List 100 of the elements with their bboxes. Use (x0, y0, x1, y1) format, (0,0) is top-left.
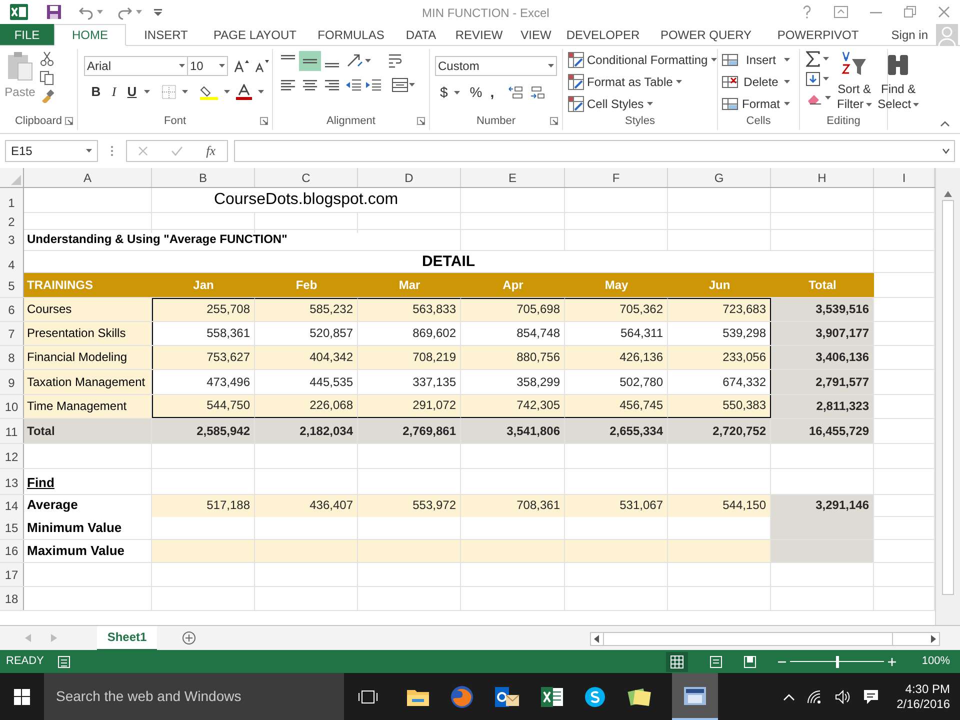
excel-logo-icon[interactable] (10, 4, 28, 20)
percent-button[interactable]: % (470, 82, 482, 103)
ribbon-tab[interactable]: DATA (398, 24, 444, 45)
dropdown-caret-icon[interactable] (646, 102, 653, 106)
save-icon[interactable] (46, 4, 62, 20)
dialog-launcher-icon[interactable] (260, 117, 268, 125)
zoom-slider[interactable] (790, 656, 884, 668)
scroll-right-icon[interactable] (929, 635, 937, 643)
row-header[interactable]: 10 (0, 395, 24, 418)
zoom-in-icon[interactable] (888, 658, 896, 666)
increase-decimal-icon[interactable] (508, 86, 524, 100)
new-sheet-icon[interactable] (182, 631, 196, 645)
show-hidden-icons-icon[interactable] (782, 692, 795, 700)
font-size-field[interactable]: 10 (188, 56, 228, 76)
taskbar-time[interactable]: 4:30 PM (905, 682, 950, 696)
column-header[interactable]: A (24, 168, 152, 187)
vertical-scrollbar-thumb[interactable] (942, 200, 954, 595)
ribbon-tab[interactable]: DEVELOPER (558, 24, 648, 45)
scroll-left-icon[interactable] (593, 635, 601, 643)
dropdown-caret-icon[interactable] (676, 80, 682, 84)
normal-view-icon[interactable] (666, 652, 688, 672)
dropdown-caret-icon[interactable] (784, 80, 790, 84)
font-name-field[interactable]: Arial (84, 56, 188, 76)
zoom-level[interactable]: 100% (922, 653, 950, 670)
browser-globe-icon[interactable] (450, 684, 474, 708)
copy-icon[interactable] (40, 71, 54, 85)
row-header[interactable]: 12 (0, 444, 24, 468)
row-header[interactable]: 11 (0, 419, 24, 443)
customize-toolbar-icon[interactable] (154, 8, 162, 16)
row-header[interactable]: 17 (0, 563, 24, 586)
ribbon-tab[interactable]: POWERPIVOT (764, 24, 872, 45)
expand-formula-bar-icon[interactable] (942, 148, 950, 154)
ribbon-tab[interactable]: INSERT (126, 24, 206, 45)
fill-color-icon[interactable] (200, 84, 218, 100)
cut-icon[interactable] (40, 51, 54, 67)
sort-filter-button[interactable]: Sort & Filter (837, 51, 872, 112)
dropdown-caret-icon[interactable] (182, 90, 188, 94)
find-select-button[interactable]: Find & Select (878, 51, 920, 112)
page-break-view-icon[interactable] (744, 656, 756, 668)
conditional-formatting-button[interactable]: Conditional Formatting (568, 50, 717, 69)
delete-cells-button[interactable]: Delete (722, 72, 799, 91)
spreadsheet-app-icon[interactable] (540, 686, 564, 708)
dropdown-caret-icon[interactable] (823, 57, 829, 61)
collapse-ribbon-icon[interactable] (940, 121, 950, 127)
volume-icon[interactable] (834, 690, 851, 704)
row-header[interactable]: 9 (0, 370, 24, 394)
macro-recording-icon[interactable] (58, 656, 70, 668)
font-color-icon[interactable] (236, 84, 252, 100)
dialog-launcher-icon[interactable] (550, 117, 558, 125)
format-painter-icon[interactable] (40, 89, 54, 103)
dropdown-caret-icon[interactable] (784, 102, 790, 106)
more-options-icon[interactable] (110, 145, 114, 157)
dropdown-caret-icon[interactable] (144, 90, 150, 94)
name-box[interactable]: E15 (5, 140, 98, 162)
insert-function-button[interactable]: fx (206, 141, 216, 161)
row-header[interactable]: 8 (0, 346, 24, 369)
dropdown-caret-icon[interactable] (86, 149, 92, 153)
column-header[interactable]: E (461, 168, 565, 187)
mail-app-icon[interactable] (494, 684, 520, 708)
ribbon-tab[interactable]: HOME (54, 24, 126, 46)
row-header[interactable]: 5 (0, 273, 24, 297)
bold-button[interactable]: B (90, 82, 102, 102)
number-format-field[interactable]: Custom (435, 56, 557, 76)
column-header[interactable]: G (668, 168, 771, 187)
taskbar-search-field[interactable]: Search the web and Windows (44, 673, 344, 720)
notifications-icon[interactable] (862, 688, 879, 704)
dropdown-caret-icon[interactable] (365, 59, 371, 63)
row-header[interactable]: 14 (0, 495, 24, 516)
underline-button[interactable]: U (126, 82, 138, 102)
dropdown-caret-icon[interactable] (823, 77, 829, 81)
dropdown-caret-icon[interactable] (219, 64, 225, 68)
dropdown-caret-icon[interactable] (710, 58, 717, 62)
ribbon-tab[interactable]: REVIEW (444, 24, 514, 45)
dropdown-caret-icon[interactable] (179, 64, 185, 68)
formula-input-field[interactable] (234, 140, 955, 162)
dropdown-caret-icon[interactable] (409, 83, 415, 87)
comma-button[interactable]: , (490, 82, 494, 103)
dialog-launcher-icon[interactable] (65, 117, 73, 125)
italic-button[interactable]: I (108, 82, 120, 102)
sign-in-link[interactable]: Sign in (891, 26, 928, 44)
ribbon-tab[interactable]: VIEW (514, 24, 558, 45)
format-cells-button[interactable]: Format (722, 94, 799, 113)
sheet-tab[interactable]: Sheet1 (97, 626, 157, 650)
enter-check-icon[interactable] (171, 146, 184, 156)
row-header[interactable]: 15 (0, 517, 24, 539)
format-as-table-button[interactable]: Format as Table (568, 72, 717, 91)
insert-cells-button[interactable]: Insert (722, 50, 799, 69)
column-header[interactable]: D (358, 168, 461, 187)
restore-icon[interactable] (904, 6, 916, 18)
dialog-launcher-icon[interactable] (417, 117, 425, 125)
decrease-font-size-icon[interactable] (254, 59, 270, 73)
dropdown-caret-icon[interactable] (97, 10, 103, 14)
dropdown-caret-icon[interactable] (548, 64, 554, 68)
fill-down-icon[interactable] (806, 71, 820, 87)
page-layout-view-icon[interactable] (710, 656, 722, 668)
task-view-icon[interactable] (358, 688, 378, 704)
active-taskbar-button[interactable] (672, 673, 718, 720)
windows-logo-icon[interactable] (14, 688, 30, 704)
row-header[interactable]: 18 (0, 587, 24, 610)
ribbon-tab[interactable]: FILE (0, 24, 54, 45)
